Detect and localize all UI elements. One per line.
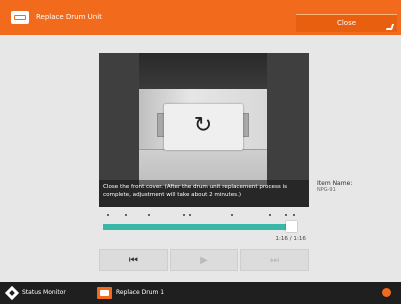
skip-next-button[interactable]: ⏭ <box>240 249 310 271</box>
status-monitor-icon <box>4 285 20 301</box>
replace-drum-icon <box>97 287 112 299</box>
chapter-marker <box>148 214 150 216</box>
replace-drum-button[interactable]: Replace Drum 1 <box>116 287 164 299</box>
energy-saver-icon[interactable] <box>382 288 391 297</box>
status-bar: Status Monitor Replace Drum 1 <box>0 282 401 304</box>
printer-image-top <box>139 53 267 89</box>
chapter-marker <box>293 214 295 216</box>
playback-timeline[interactable]: 1:16 / 1:16 <box>103 214 306 244</box>
instruction-video[interactable]: ↻ Close the front cover. (After the drum… <box>99 53 309 207</box>
play-button[interactable]: ▶ <box>169 249 239 271</box>
title-bar: Replace Drum Unit Close <box>0 0 401 35</box>
play-icon: ▶ <box>200 254 208 266</box>
close-button[interactable]: Close <box>296 14 397 32</box>
item-name-value: NPG-91 <box>317 187 336 193</box>
item-name-label: Item Name: <box>317 180 353 187</box>
time-readout: 1:16 / 1:16 <box>275 236 306 242</box>
rewind-to-start-button[interactable]: ⏮ <box>99 249 168 271</box>
corner-icon <box>385 24 395 30</box>
progress-thumb[interactable] <box>286 221 298 232</box>
progress-fill <box>103 224 292 230</box>
screen-icon <box>11 11 29 24</box>
rewind-to-start-icon: ⏮ <box>128 254 138 266</box>
page-title: Replace Drum Unit <box>36 13 102 21</box>
close-button-label: Close <box>336 19 357 27</box>
playback-controls: ⏮ ▶ ⏭ <box>99 249 310 271</box>
chapter-marker <box>285 214 287 216</box>
video-caption: Close the front cover. (After the drum u… <box>99 180 309 207</box>
status-monitor-button[interactable]: Status Monitor <box>22 287 66 299</box>
replay-icon: ↻ <box>193 113 213 138</box>
chapter-marker <box>269 214 271 216</box>
chapter-marker <box>107 214 109 216</box>
chapter-marker <box>231 214 233 216</box>
chapter-marker <box>183 214 185 216</box>
replay-button[interactable]: ↻ <box>164 104 243 150</box>
chapter-marker <box>189 214 191 216</box>
progress-track[interactable] <box>103 224 297 230</box>
chapter-marker <box>125 214 127 216</box>
skip-next-icon: ⏭ <box>270 254 280 266</box>
